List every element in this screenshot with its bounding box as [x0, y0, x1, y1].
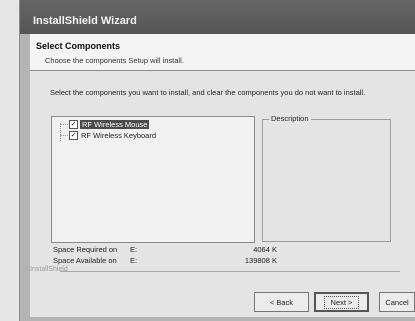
space-required-drive: E: — [130, 245, 138, 254]
component-item-rf-wireless-keyboard[interactable]: ✓ RF Wireless Keyboard — [69, 130, 157, 140]
description-group: Description — [262, 114, 391, 242]
cancel-button[interactable]: Cancel — [379, 292, 415, 312]
window-title: InstallShield Wizard — [33, 15, 137, 27]
wizard-header: Select Components Choose the components … — [30, 34, 415, 71]
space-required-row: Space Required on E: 4064 K — [53, 245, 293, 255]
tree-connector — [60, 123, 61, 141]
space-available-drive: E: — [130, 256, 138, 265]
installshield-wizard-window: InstallShield Wizard Select Components C… — [19, 0, 415, 321]
tree-connector — [60, 135, 68, 136]
component-item-rf-wireless-mouse[interactable]: ✓ RF Wireless Mouse — [69, 119, 150, 129]
desktop-background — [0, 0, 19, 321]
page-title: Select Components — [36, 41, 121, 51]
checkbox-rf-wireless-keyboard[interactable]: ✓ — [69, 130, 78, 140]
back-button-label: < Back — [269, 297, 294, 307]
space-available-label: Space Available on — [53, 256, 117, 265]
page-subtitle: Choose the components Setup will install… — [45, 56, 184, 65]
next-button[interactable]: Next > — [314, 292, 369, 312]
instructions-text: Select the components you want to instal… — [50, 88, 366, 97]
cancel-button-label: Cancel — [385, 297, 409, 307]
space-required-label: Space Required on — [53, 245, 118, 254]
description-legend: Description — [269, 114, 311, 123]
space-available-row: Space Available on E: 139808 K — [53, 256, 293, 266]
wizard-body: Select the components you want to instal… — [30, 71, 415, 317]
components-tree[interactable]: ✓ RF Wireless Mouse ✓ RF Wireless Keyboa… — [51, 116, 255, 243]
component-label[interactable]: RF Wireless Keyboard — [80, 131, 157, 140]
component-label[interactable]: RF Wireless Mouse — [80, 119, 150, 129]
checkbox-rf-wireless-mouse[interactable]: ✓ — [69, 119, 78, 129]
back-button[interactable]: < Back — [254, 292, 309, 312]
title-bar: InstallShield Wizard — [20, 0, 415, 34]
next-button-label: Next > — [323, 295, 360, 309]
space-required-value: 4064 K — [253, 245, 277, 254]
space-available-value: 139808 K — [244, 256, 277, 265]
tree-connector — [60, 124, 68, 125]
divider — [60, 271, 400, 272]
